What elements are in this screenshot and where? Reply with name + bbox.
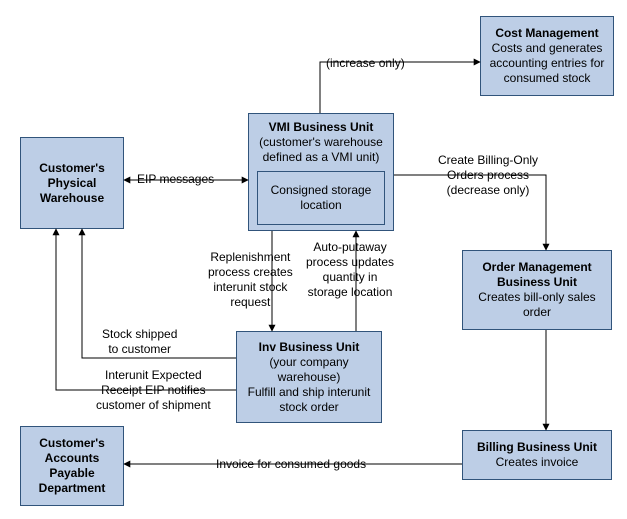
diagram-stage: Customer's Physical Warehouse VMI Busine… <box>0 0 627 519</box>
node-vmi-business-unit: VMI Business Unit (customer's warehouse … <box>248 113 394 231</box>
label-autoputaway: Auto-putaway process updates quantity in… <box>306 240 394 300</box>
label-line: quantity in <box>323 270 378 284</box>
label-line: storage location <box>308 285 393 299</box>
label-line: Create Billing-Only <box>438 153 538 167</box>
node-subtitle: Creates bill-only sales order <box>467 290 607 320</box>
label-line: Receipt EIP notifies <box>101 383 206 397</box>
node-title: Cost Management <box>495 26 598 41</box>
node-subtitle: (your company warehouse) <box>241 355 377 385</box>
label-increase-only: (increase only) <box>326 56 405 71</box>
node-billing-business-unit: Billing Business Unit Creates invoice <box>462 430 612 480</box>
node-title: Customer's Physical Warehouse <box>25 161 119 206</box>
node-title: Inv Business Unit <box>259 340 360 355</box>
node-customer-warehouse: Customer's Physical Warehouse <box>20 137 124 229</box>
label-eip-messages: EIP messages <box>137 172 214 187</box>
node-title: Billing Business Unit <box>477 440 597 455</box>
node-title: Order Management Business Unit <box>467 260 607 290</box>
node-subtitle: Creates invoice <box>496 455 579 470</box>
node-inv-business-unit: Inv Business Unit (your company warehous… <box>236 331 382 423</box>
label-line: request <box>230 295 270 309</box>
node-ap-department: Customer's Accounts Payable Department <box>20 426 124 506</box>
label-line: Orders process <box>447 168 529 182</box>
label-line: (decrease only) <box>447 183 530 197</box>
node-subtitle2: Fulfill and ship interunit stock order <box>241 385 377 415</box>
node-cost-management: Cost Management Costs and generates acco… <box>480 16 614 96</box>
node-inner-label: Consigned storage location <box>266 183 376 213</box>
label-create-billing: Create Billing-Only Orders process (decr… <box>438 153 538 198</box>
label-line: to customer <box>108 342 171 356</box>
label-line: Interunit Expected <box>105 368 202 382</box>
label-line: Replenishment <box>210 250 290 264</box>
node-title: Customer's Accounts Payable Department <box>25 436 119 496</box>
node-order-management: Order Management Business Unit Creates b… <box>462 250 612 330</box>
label-invoice: Invoice for consumed goods <box>216 457 366 472</box>
label-replenishment: Replenishment process creates interunit … <box>208 250 293 310</box>
label-line: Stock shipped <box>102 327 177 341</box>
label-line: customer of shipment <box>96 398 211 412</box>
node-subtitle: Costs and generates accounting entries f… <box>485 41 609 86</box>
label-line: process creates <box>208 265 293 279</box>
label-interunit-eip: Interunit Expected Receipt EIP notifies … <box>96 368 211 413</box>
node-subtitle: (customer's warehouse defined as a VMI u… <box>253 135 389 165</box>
label-stock-shipped: Stock shipped to customer <box>102 327 177 357</box>
label-line: process updates <box>306 255 394 269</box>
label-line: interunit stock <box>213 280 287 294</box>
node-consigned-storage: Consigned storage location <box>257 171 385 225</box>
label-line: Auto-putaway <box>313 240 386 254</box>
node-title: VMI Business Unit <box>269 120 374 135</box>
